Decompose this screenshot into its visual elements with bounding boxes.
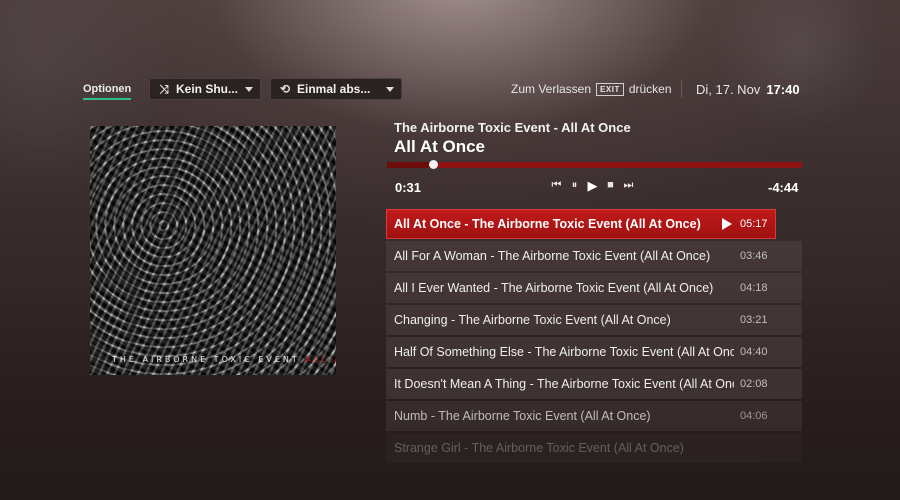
track-title: All For A Woman - The Airborne Toxic Eve… bbox=[394, 249, 711, 263]
album-cover-text: THE AIRBORNE TOXIC EVENT ALL AT ONCE bbox=[112, 355, 336, 364]
track-duration: 03:46 bbox=[740, 250, 768, 262]
track-duration: 04:18 bbox=[740, 282, 768, 294]
skip-back-icon[interactable]: ⏮ bbox=[551, 179, 562, 194]
playback-controls: ⏮ ⏸ ▶ ■ ⏭ bbox=[551, 178, 634, 194]
track-row[interactable]: Numb - The Airborne Toxic Event (All At … bbox=[386, 401, 802, 431]
track-title: Strange Girl - The Airborne Toxic Event … bbox=[394, 441, 684, 455]
track-title: Half Of Something Else - The Airborne To… bbox=[394, 345, 734, 359]
repeat-dropdown[interactable]: ⟲ Einmal abs... bbox=[270, 78, 402, 100]
track-duration: 04:40 bbox=[740, 346, 768, 358]
time: 17:40 bbox=[766, 82, 800, 97]
track-row[interactable]: Strange Girl - The Airborne Toxic Event … bbox=[386, 433, 802, 463]
exit-key-badge: EXIT bbox=[596, 82, 624, 96]
cover-album-text: ALL AT ONCE bbox=[305, 355, 336, 364]
track-row[interactable]: All For A Woman - The Airborne Toxic Eve… bbox=[386, 241, 802, 271]
date-time: Di, 17. Nov 17:40 bbox=[696, 82, 800, 97]
now-playing-artist-album: The Airborne Toxic Event - All At Once bbox=[394, 120, 631, 135]
track-title: All At Once - The Airborne Toxic Event (… bbox=[394, 217, 701, 231]
track-row[interactable]: It Doesn't Mean A Thing - The Airborne T… bbox=[386, 369, 802, 399]
track-row[interactable]: All At Once - The Airborne Toxic Event (… bbox=[386, 209, 776, 239]
progress-bar[interactable] bbox=[387, 160, 802, 169]
play-icon[interactable]: ▶ bbox=[587, 178, 598, 194]
track-title: It Doesn't Mean A Thing - The Airborne T… bbox=[394, 377, 734, 391]
divider bbox=[681, 80, 682, 98]
shuffle-icon: ⤨ bbox=[159, 81, 169, 96]
track-row[interactable]: Half Of Something Else - The Airborne To… bbox=[386, 337, 802, 367]
repeat-label: Einmal abs... bbox=[297, 82, 371, 96]
track-title: All I Ever Wanted - The Airborne Toxic E… bbox=[394, 281, 714, 295]
track-duration: 02:08 bbox=[740, 378, 768, 390]
chevron-down-icon bbox=[245, 86, 253, 92]
tab-options[interactable]: Optionen bbox=[83, 83, 132, 100]
shuffle-label: Kein Shu... bbox=[176, 82, 239, 96]
pause-icon[interactable]: ⏸ bbox=[569, 179, 580, 194]
track-duration: 03:21 bbox=[740, 314, 768, 326]
chevron-down-icon bbox=[386, 86, 394, 92]
cover-artist-text: THE AIRBORNE TOXIC EVENT bbox=[112, 355, 300, 364]
exit-hint-suffix: drücken bbox=[628, 82, 672, 96]
track-duration: 05:17 bbox=[740, 218, 768, 230]
progress-fill bbox=[387, 162, 433, 168]
date: Di, 17. Nov bbox=[696, 82, 761, 97]
remaining-time: -4:44 bbox=[768, 180, 799, 195]
exit-hint-prefix: Zum Verlassen bbox=[511, 82, 592, 96]
progress-knob[interactable] bbox=[428, 160, 438, 169]
album-cover: THE AIRBORNE TOXIC EVENT ALL AT ONCE bbox=[90, 126, 336, 375]
elapsed-time: 0:31 bbox=[395, 180, 422, 195]
now-playing-title: All At Once bbox=[394, 137, 485, 156]
track-title: Changing - The Airborne Toxic Event (All… bbox=[394, 313, 671, 327]
track-row[interactable]: Changing - The Airborne Toxic Event (All… bbox=[386, 305, 802, 335]
track-duration: 04:06 bbox=[740, 410, 768, 422]
track-title: Numb - The Airborne Toxic Event (All At … bbox=[394, 409, 651, 423]
track-row[interactable]: All I Ever Wanted - The Airborne Toxic E… bbox=[386, 273, 802, 303]
repeat-icon: ⟲ bbox=[279, 82, 291, 96]
exit-hint: Zum Verlassen EXIT drücken bbox=[511, 82, 672, 96]
track-list: All At Once - The Airborne Toxic Event (… bbox=[386, 209, 802, 465]
shuffle-dropdown[interactable]: ⤨ Kein Shu... bbox=[149, 78, 261, 100]
play-indicator-icon bbox=[722, 218, 732, 230]
top-bar: Optionen ⤨ Kein Shu... ⟲ Einmal abs... Z… bbox=[0, 78, 900, 102]
stop-icon[interactable]: ■ bbox=[605, 179, 616, 194]
skip-forward-icon[interactable]: ⏭ bbox=[623, 179, 634, 194]
